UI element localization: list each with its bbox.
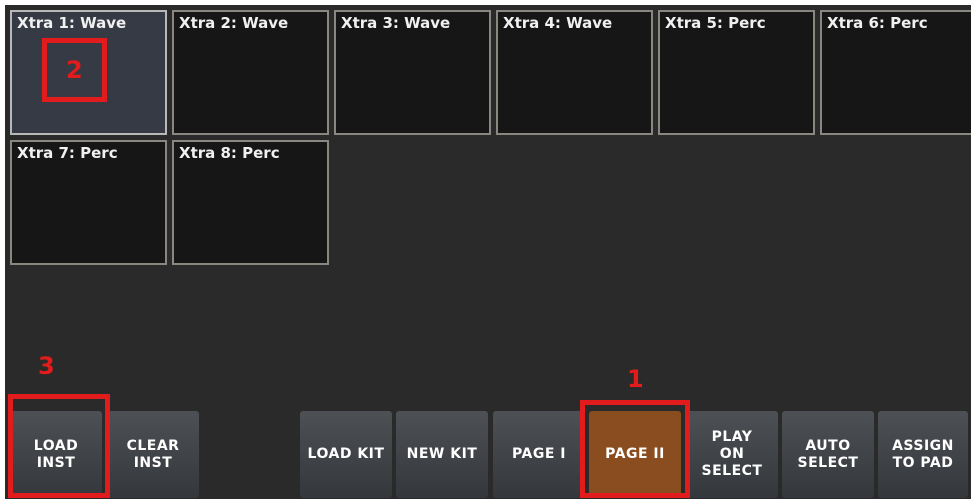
pad-label: Xtra 1: Wave xyxy=(17,14,127,32)
pad-label: Xtra 8: Perc xyxy=(179,144,280,162)
pad-xtra-5[interactable]: Xtra 5: Perc xyxy=(658,10,815,135)
step-1-marker: 1 xyxy=(627,365,644,393)
pad-label: Xtra 4: Wave xyxy=(503,14,613,32)
pad-xtra-3[interactable]: Xtra 3: Wave xyxy=(334,10,491,135)
auto-select-button[interactable]: AUTO SELECT xyxy=(782,411,874,498)
pad-label: Xtra 2: Wave xyxy=(179,14,289,32)
step-3-marker: 3 xyxy=(38,352,55,380)
pad-label: Xtra 5: Perc xyxy=(665,14,766,32)
assign-to-pad-button[interactable]: ASSIGN TO PAD xyxy=(878,411,968,498)
clear-inst-button[interactable]: CLEAR INST xyxy=(107,411,199,498)
page-1-button[interactable]: PAGE I xyxy=(493,411,585,498)
instrument-screen: Xtra 1: Wave Xtra 2: Wave Xtra 3: Wave X… xyxy=(5,5,971,499)
pad-label: Xtra 3: Wave xyxy=(341,14,451,32)
pad-label: Xtra 6: Perc xyxy=(827,14,928,32)
page-2-button[interactable]: PAGE II xyxy=(589,411,681,498)
pad-xtra-1[interactable]: Xtra 1: Wave xyxy=(10,10,167,135)
pad-xtra-2[interactable]: Xtra 2: Wave xyxy=(172,10,329,135)
play-on-select-button[interactable]: PLAY ON SELECT xyxy=(686,411,778,498)
pad-xtra-7[interactable]: Xtra 7: Perc xyxy=(10,140,167,265)
new-kit-button[interactable]: NEW KIT xyxy=(396,411,488,498)
step-2-marker: 2 xyxy=(66,56,83,84)
pad-xtra-8[interactable]: Xtra 8: Perc xyxy=(172,140,329,265)
pad-label: Xtra 7: Perc xyxy=(17,144,118,162)
pad-xtra-4[interactable]: Xtra 4: Wave xyxy=(496,10,653,135)
load-inst-button[interactable]: LOAD INST xyxy=(10,411,102,498)
pad-xtra-6[interactable]: Xtra 6: Perc xyxy=(820,10,971,135)
load-kit-button[interactable]: LOAD KIT xyxy=(300,411,392,498)
